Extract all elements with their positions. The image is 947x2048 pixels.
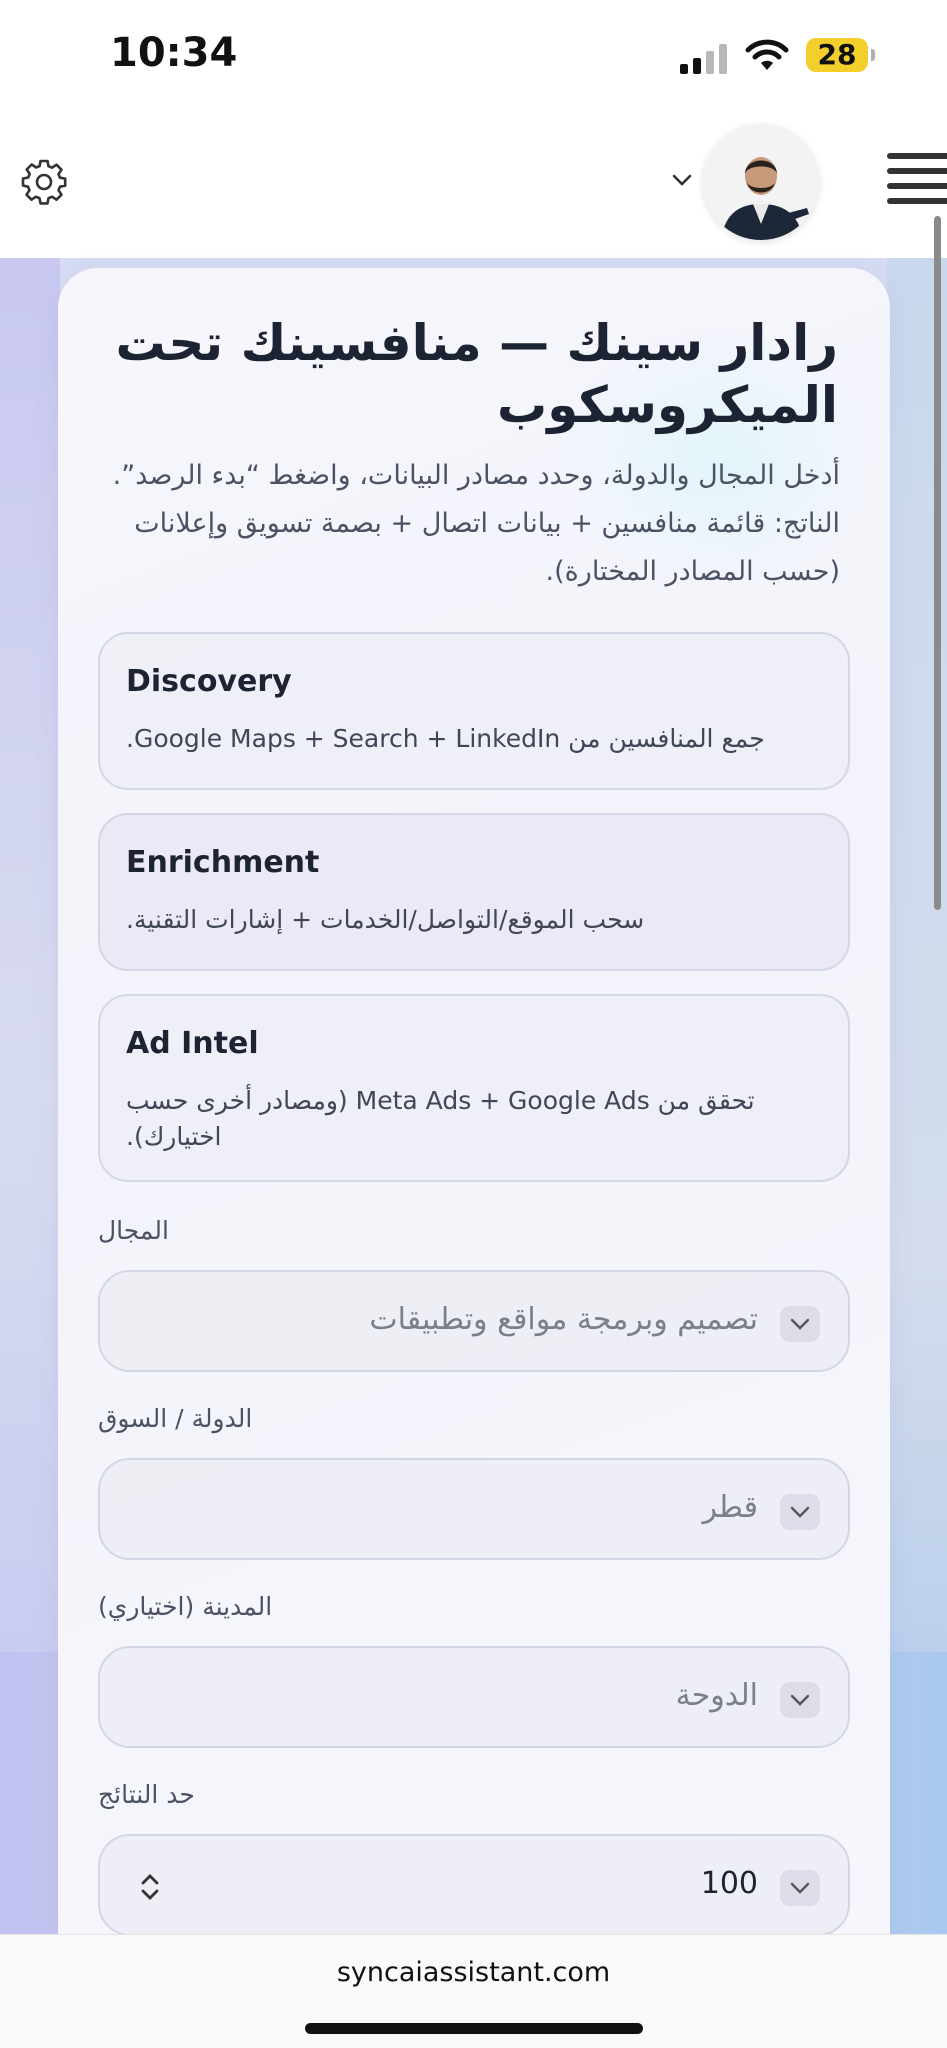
home-indicator[interactable] xyxy=(305,2023,643,2034)
chevron-down-icon xyxy=(780,1494,820,1530)
chevron-down-icon xyxy=(780,1306,820,1342)
battery-icon: 28 xyxy=(806,38,875,72)
domain-select[interactable]: تصميم وبرمجة مواقع وتطبيقات xyxy=(98,1270,850,1372)
chevron-down-icon xyxy=(780,1682,820,1718)
menu-icon[interactable] xyxy=(884,144,947,218)
city-select[interactable]: الدوحة xyxy=(98,1646,850,1748)
feature-card-discovery[interactable]: Discovery جمع المنافسين من Google Maps +… xyxy=(98,632,850,790)
feature-description: سحب الموقع/التواصل/الخدمات + إشارات التق… xyxy=(126,905,645,934)
chevron-down-icon xyxy=(780,1870,820,1906)
page-description: أدخل المجال والدولة، وحدد مصادر البيانات… xyxy=(112,460,840,587)
feature-card-enrichment[interactable]: Enrichment سحب الموقع/التواصل/الخدمات + … xyxy=(98,813,850,971)
url-text[interactable]: syncaiassistant.com xyxy=(0,1957,947,1988)
feature-title: Enrichment xyxy=(126,845,320,880)
avatar[interactable] xyxy=(703,124,819,240)
feature-card-ad-intel[interactable]: Ad Intel تحقق من Meta Ads + Google Ads (… xyxy=(98,994,850,1182)
signal-icon xyxy=(680,44,727,74)
limit-select-value: 100 xyxy=(700,1866,758,1901)
city-select-value: الدوحة xyxy=(675,1678,758,1713)
feature-description: جمع المنافسين من Google Maps + Search + … xyxy=(126,724,765,753)
wifi-icon xyxy=(745,39,789,70)
city-label: المدينة (اختياري) xyxy=(98,1592,273,1621)
stepper-icon[interactable] xyxy=(138,1872,162,1902)
status-bar: 10:34 28 xyxy=(0,0,947,110)
domain-label: المجال xyxy=(98,1216,169,1245)
feature-title: Discovery xyxy=(126,664,292,699)
country-select-value: قطر xyxy=(702,1490,758,1525)
country-select[interactable]: قطر xyxy=(98,1458,850,1560)
page-title: رادار سينك — منافسينك تحت الميكروسكوب xyxy=(115,314,838,434)
domain-select-value: تصميم وبرمجة مواقع وتطبيقات xyxy=(369,1302,758,1337)
gear-icon[interactable] xyxy=(20,158,68,206)
chevron-down-icon[interactable] xyxy=(670,168,694,192)
feature-description: تحقق من Meta Ads + Google Ads (ومصادر أخ… xyxy=(126,1086,755,1151)
scrollbar[interactable] xyxy=(934,216,941,910)
status-time: 10:34 xyxy=(110,30,238,76)
app-header xyxy=(0,110,947,258)
country-label: الدولة / السوق xyxy=(98,1404,253,1433)
browser-url-bar[interactable]: syncaiassistant.com xyxy=(0,1934,947,2048)
limit-label: حد النتائج xyxy=(98,1780,195,1809)
limit-select[interactable]: 100 xyxy=(98,1834,850,1936)
feature-title: Ad Intel xyxy=(126,1026,259,1061)
